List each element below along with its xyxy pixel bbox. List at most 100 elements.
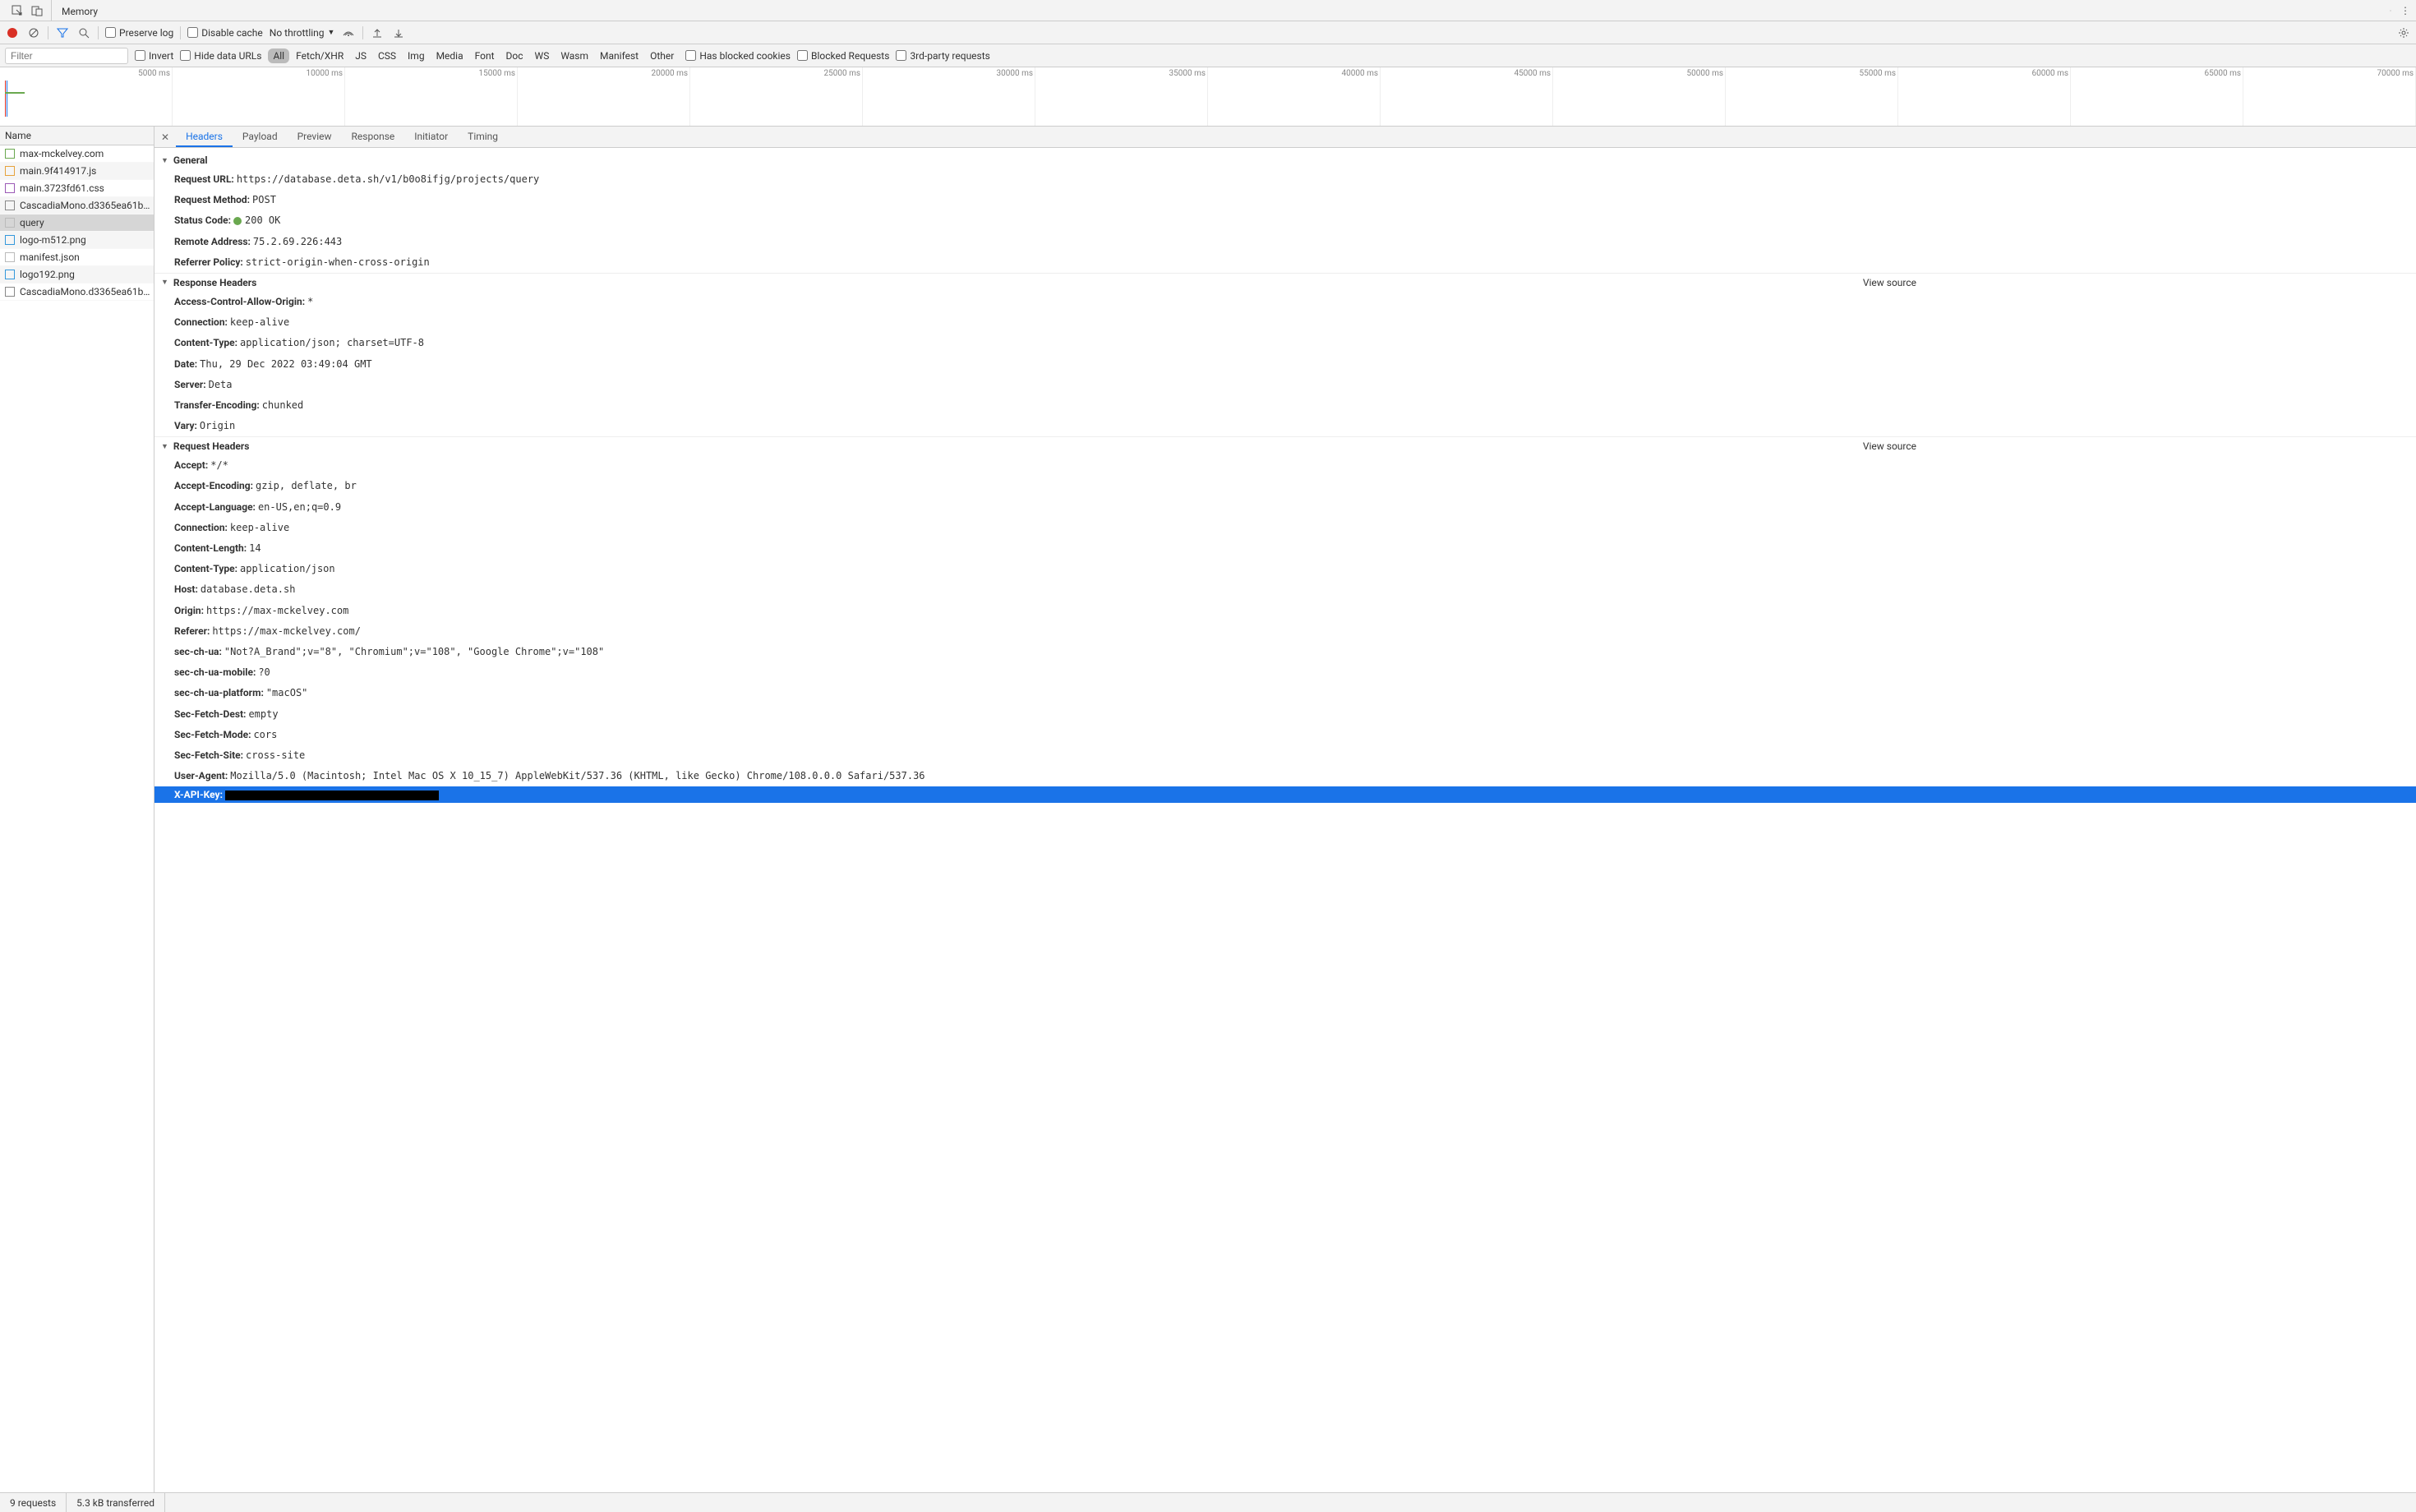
request-row[interactable]: logo-m512.png — [0, 232, 154, 249]
network-settings-icon[interactable] — [2396, 25, 2411, 40]
details-tab-payload[interactable]: Payload — [233, 127, 288, 145]
header-value: gzip, deflate, br — [256, 480, 357, 491]
header-row: Sec-Fetch-Dest: empty — [154, 704, 2416, 725]
details-tab-preview[interactable]: Preview — [288, 127, 342, 145]
invert-checkbox[interactable]: Invert — [135, 50, 173, 62]
download-icon[interactable] — [391, 25, 406, 40]
header-row: User-Agent: Mozilla/5.0 (Macintosh; Inte… — [154, 766, 2416, 786]
disable-cache-checkbox[interactable]: Disable cache — [187, 27, 263, 39]
filter-type-manifest[interactable]: Manifest — [595, 48, 643, 63]
header-value: https://max-mckelvey.com/ — [212, 625, 361, 637]
header-value: POST — [252, 194, 276, 205]
header-value: https://database.deta.sh/v1/b0o8ifjg/pro… — [237, 173, 539, 185]
preserve-log-checkbox[interactable]: Preserve log — [105, 27, 173, 39]
timeline-tick-label: 5000 ms — [138, 69, 170, 78]
header-value: "macOS" — [266, 687, 308, 698]
hide-data-urls-checkbox[interactable]: Hide data URLs — [180, 50, 261, 62]
more-icon[interactable]: ⋮ — [2398, 3, 2413, 18]
header-value: Deta — [209, 379, 233, 390]
header-row: sec-ch-ua-platform: "macOS" — [154, 683, 2416, 703]
timeline-tick-label: 20000 ms — [651, 69, 688, 78]
header-key: Origin: — [174, 605, 204, 616]
header-value: */* — [210, 459, 228, 471]
request-row[interactable]: max-mckelvey.com — [0, 145, 154, 163]
timeline-tick-label: 55000 ms — [1859, 69, 1896, 78]
inspect-icon[interactable] — [10, 3, 25, 18]
request-row[interactable]: CascadiaMono.d3365ea61b… — [0, 197, 154, 214]
blocked-requests-checkbox[interactable]: Blocked Requests — [797, 50, 889, 62]
header-value: empty — [248, 708, 278, 720]
record-button[interactable] — [5, 25, 20, 40]
status-bar: 9 requests 5.3 kB transferred — [0, 1492, 2416, 1512]
header-key: X-API-Key: — [174, 789, 223, 800]
details-tab-headers[interactable]: Headers — [176, 127, 233, 147]
details-tab-response[interactable]: Response — [342, 127, 405, 145]
other-file-icon — [5, 218, 15, 228]
filter-type-other[interactable]: Other — [645, 48, 679, 63]
filter-type-js[interactable]: JS — [350, 48, 371, 63]
view-source-link[interactable]: View source — [1863, 277, 2409, 288]
request-row[interactable]: logo192.png — [0, 266, 154, 284]
timeline-tick-label: 45000 ms — [1514, 69, 1551, 78]
request-row[interactable]: main.3723fd61.css — [0, 180, 154, 197]
section-title: General — [173, 154, 208, 166]
header-key: Referrer Policy: — [174, 256, 243, 268]
font-file-icon — [5, 287, 15, 297]
search-icon[interactable] — [76, 25, 91, 40]
filter-type-ws[interactable]: WS — [530, 48, 555, 63]
header-key: Content-Length: — [174, 542, 247, 554]
filter-type-wasm[interactable]: Wasm — [556, 48, 593, 63]
section-header[interactable]: ▼General — [154, 151, 2416, 169]
device-toolbar — [3, 0, 52, 21]
header-key: Request Method: — [174, 194, 250, 205]
blocked-cookies-checkbox[interactable]: Has blocked cookies — [685, 50, 791, 62]
header-row-x-api-key: X-API-Key: — [154, 786, 2416, 803]
header-value: 200 OK — [233, 214, 280, 226]
device-mode-icon[interactable] — [30, 3, 44, 18]
tab-memory[interactable]: Memory — [52, 2, 171, 21]
timeline-tick-label: 60000 ms — [2031, 69, 2068, 78]
filter-type-fetch-xhr[interactable]: Fetch/XHR — [291, 48, 348, 63]
request-row[interactable]: main.9f414917.js — [0, 163, 154, 180]
timeline-tick-label: 40000 ms — [1341, 69, 1378, 78]
header-row: Content-Type: application/json — [154, 559, 2416, 579]
filter-input[interactable] — [5, 48, 128, 64]
upload-icon[interactable] — [370, 25, 385, 40]
network-conditions-icon[interactable] — [341, 25, 356, 40]
header-value: application/json — [240, 563, 335, 574]
header-key: Accept: — [174, 459, 208, 471]
request-row[interactable]: CascadiaMono.d3365ea61b… — [0, 284, 154, 301]
section-header[interactable]: ▼Response HeadersView source — [154, 273, 2416, 292]
filter-type-doc[interactable]: Doc — [501, 48, 528, 63]
request-row[interactable]: query — [0, 214, 154, 232]
header-key: Content-Type: — [174, 337, 237, 348]
section-header[interactable]: ▼Request HeadersView source — [154, 436, 2416, 455]
details-tab-initiator[interactable]: Initiator — [404, 127, 458, 145]
third-party-checkbox[interactable]: 3rd-party requests — [896, 50, 989, 62]
request-list: max-mckelvey.commain.9f414917.jsmain.372… — [0, 145, 154, 1492]
filter-type-font[interactable]: Font — [470, 48, 500, 63]
view-source-link[interactable]: View source — [1863, 440, 2409, 452]
header-key: Remote Address: — [174, 236, 251, 247]
network-timeline[interactable]: 5000 ms10000 ms15000 ms20000 ms25000 ms3… — [0, 67, 2416, 127]
header-key: Accept-Language: — [174, 501, 256, 513]
timeline-column: 45000 ms — [1381, 67, 1553, 126]
filter-type-img[interactable]: Img — [403, 48, 430, 63]
close-details-icon[interactable]: ✕ — [154, 131, 176, 143]
filter-type-css[interactable]: CSS — [373, 48, 401, 63]
filter-type-media[interactable]: Media — [431, 48, 468, 63]
filter-icon[interactable] — [55, 25, 70, 40]
timeline-column: 15000 ms — [345, 67, 518, 126]
header-value: en-US,en;q=0.9 — [258, 501, 341, 513]
throttling-select[interactable]: No throttling ▼ — [270, 27, 335, 39]
header-value: database.deta.sh — [201, 583, 296, 595]
clear-icon[interactable] — [26, 25, 41, 40]
details-tab-timing[interactable]: Timing — [458, 127, 508, 145]
request-row[interactable]: manifest.json — [0, 249, 154, 266]
status-transferred: 5.3 kB transferred — [67, 1493, 165, 1512]
header-value: strict-origin-when-cross-origin — [246, 256, 430, 268]
header-row: Connection: keep-alive — [154, 518, 2416, 538]
timeline-column: 25000 ms — [690, 67, 863, 126]
settings-icon[interactable] — [2383, 3, 2398, 18]
filter-type-all[interactable]: All — [268, 48, 289, 63]
